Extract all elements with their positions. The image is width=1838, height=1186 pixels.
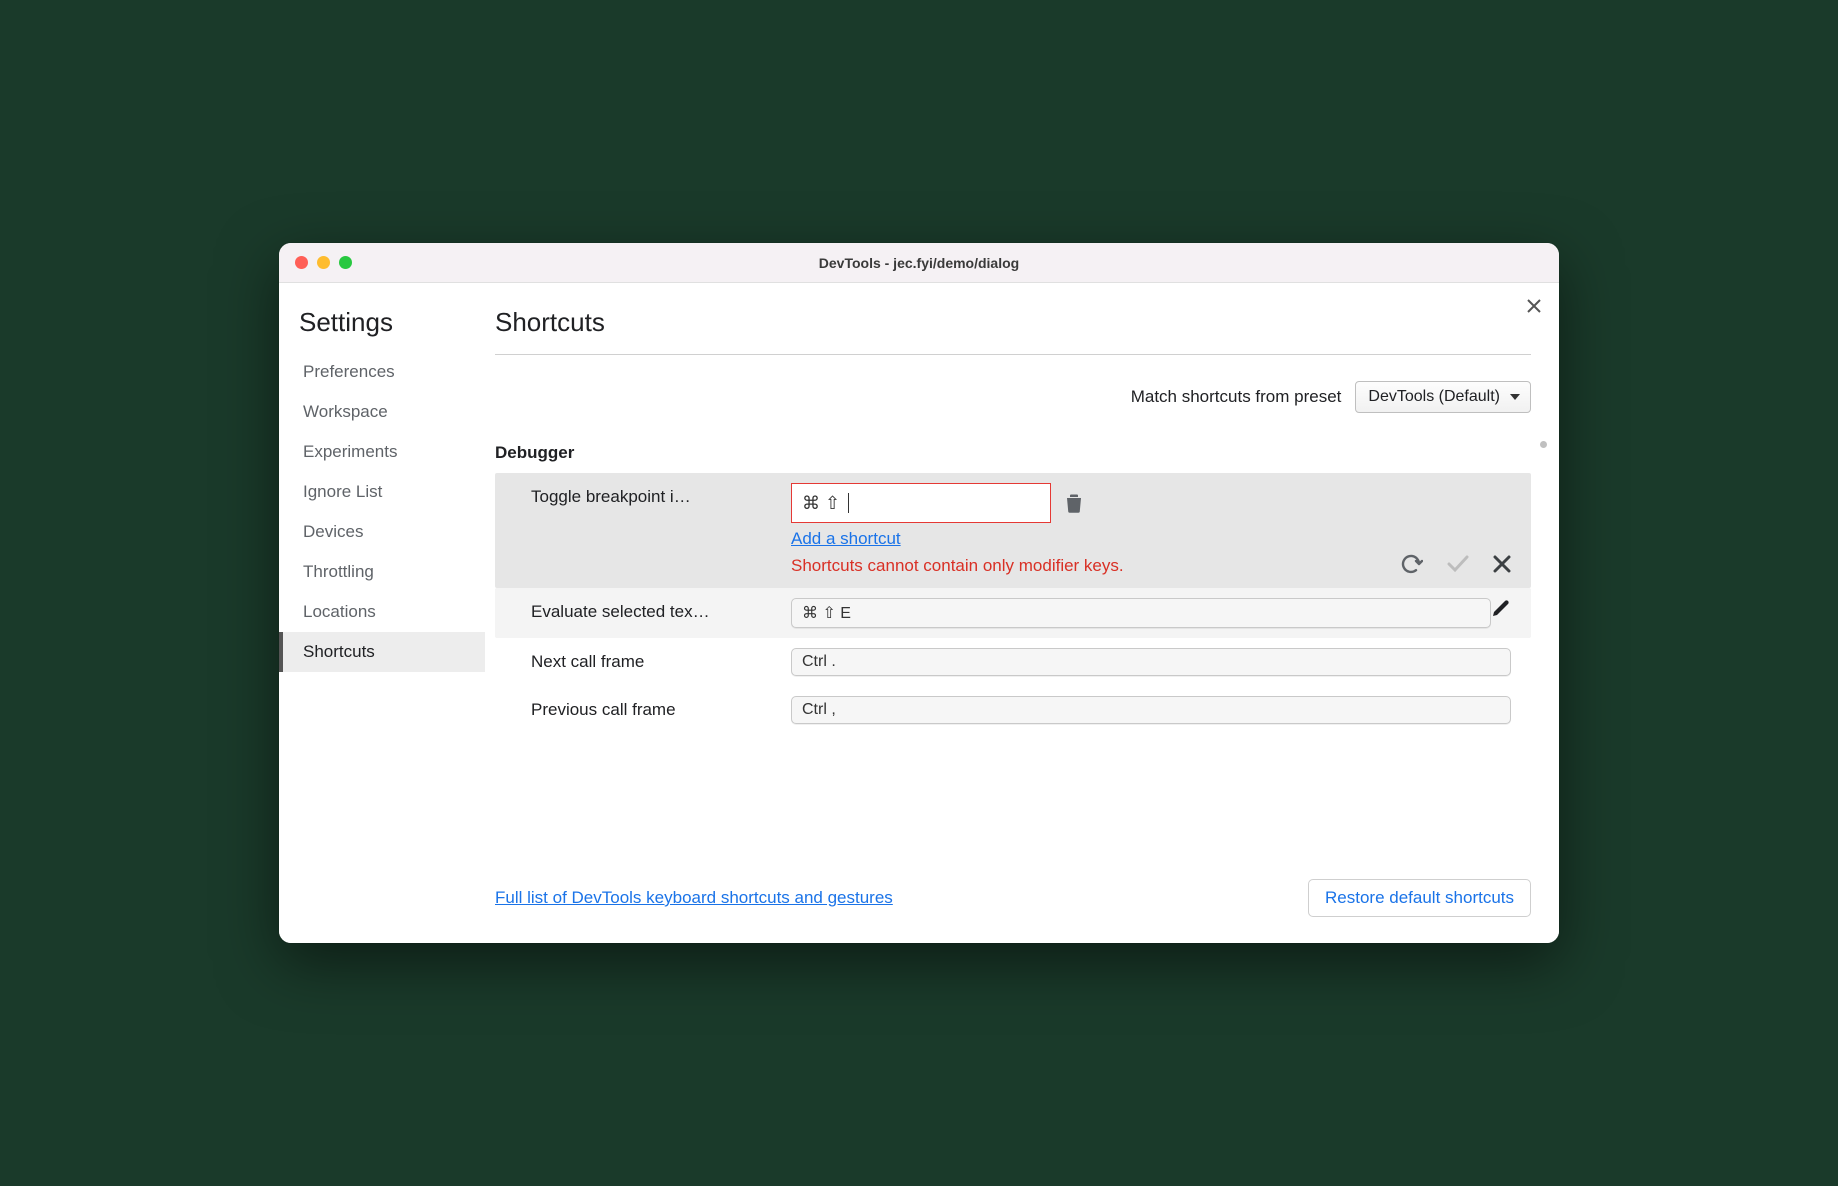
edit-shortcut-button[interactable] (1491, 598, 1511, 618)
shortcut-keys: Ctrl . (791, 648, 1511, 676)
sidebar-item-shortcuts[interactable]: Shortcuts (279, 632, 485, 672)
sidebar-item-preferences[interactable]: Preferences (279, 352, 485, 392)
sidebar-item-ignore-list[interactable]: Ignore List (279, 472, 485, 512)
shortcut-input-value: ⌘ ⇧ (802, 493, 840, 514)
text-cursor (848, 493, 849, 513)
scrollbar-thumb[interactable] (1540, 441, 1547, 448)
delete-shortcut-button[interactable] (1065, 493, 1083, 513)
shortcut-error-text: Shortcuts cannot contain only modifier k… (791, 555, 1151, 578)
shortcut-row-previous-call-frame: Previous call frame Ctrl , (495, 686, 1531, 734)
add-shortcut-link[interactable]: Add a shortcut (791, 529, 901, 549)
chevron-down-icon (1510, 394, 1520, 400)
edit-row-actions (1399, 554, 1511, 578)
shortcut-value: Ctrl . (791, 648, 1511, 676)
shortcut-row-next-call-frame: Next call frame Ctrl . (495, 638, 1531, 686)
settings-main: Shortcuts Match shortcuts from preset De… (485, 283, 1559, 943)
confirm-shortcut-button[interactable] (1447, 555, 1469, 573)
minimize-window-button[interactable] (317, 256, 330, 269)
sidebar-title: Settings (279, 307, 485, 352)
sidebar-item-experiments[interactable]: Experiments (279, 432, 485, 472)
settings-content: Settings Preferences Workspace Experimen… (279, 283, 1559, 943)
shortcut-value: Ctrl , (791, 696, 1511, 724)
page-title: Shortcuts (495, 307, 1531, 355)
sidebar-item-locations[interactable]: Locations (279, 592, 485, 632)
window-titlebar: DevTools - jec.fyi/demo/dialog (279, 243, 1559, 283)
shortcut-keys: Ctrl , (791, 696, 1511, 724)
pencil-icon (1491, 598, 1511, 618)
sidebar-item-throttling[interactable]: Throttling (279, 552, 485, 592)
shortcut-label: Evaluate selected tex… (531, 598, 791, 622)
check-icon (1447, 555, 1469, 573)
shortcut-label: Next call frame (531, 648, 791, 672)
preset-select-value: DevTools (Default) (1368, 388, 1500, 406)
shortcut-label: Previous call frame (531, 696, 791, 720)
close-window-button[interactable] (295, 256, 308, 269)
restore-defaults-button[interactable]: Restore default shortcuts (1308, 879, 1531, 917)
shortcuts-scroll-area: Debugger Toggle breakpoint i… ⌘ ⇧ (495, 439, 1531, 857)
shortcut-keys: ⌘ ⇧ E (791, 598, 1491, 628)
sidebar-item-devices[interactable]: Devices (279, 512, 485, 552)
traffic-lights (279, 256, 352, 269)
devtools-settings-window: DevTools - jec.fyi/demo/dialog Settings … (279, 243, 1559, 943)
settings-sidebar: Settings Preferences Workspace Experimen… (279, 283, 485, 943)
shortcut-edit-column: ⌘ ⇧ Add a shortcut Shortcuts cannot cont… (791, 483, 1399, 578)
section-header-debugger: Debugger (495, 439, 1531, 473)
preset-label: Match shortcuts from preset (1131, 387, 1342, 407)
preset-row: Match shortcuts from preset DevTools (De… (495, 355, 1531, 439)
close-icon (1493, 555, 1511, 573)
full-list-link[interactable]: Full list of DevTools keyboard shortcuts… (495, 888, 893, 908)
shortcuts-footer: Full list of DevTools keyboard shortcuts… (495, 857, 1531, 923)
close-settings-button[interactable] (1527, 297, 1541, 318)
close-icon (1527, 299, 1541, 313)
shortcut-value: ⌘ ⇧ E (791, 598, 1491, 628)
cancel-shortcut-button[interactable] (1493, 555, 1511, 573)
reset-shortcut-button[interactable] (1399, 554, 1423, 574)
shortcut-row-evaluate-selected: Evaluate selected tex… ⌘ ⇧ E (495, 588, 1531, 638)
shortcut-input[interactable]: ⌘ ⇧ (791, 483, 1051, 523)
preset-select[interactable]: DevTools (Default) (1355, 381, 1531, 413)
trash-icon (1065, 493, 1083, 513)
zoom-window-button[interactable] (339, 256, 352, 269)
shortcut-input-line: ⌘ ⇧ (791, 483, 1399, 523)
undo-icon (1399, 554, 1423, 574)
shortcut-label: Toggle breakpoint i… (531, 483, 791, 507)
shortcut-row-toggle-breakpoint: Toggle breakpoint i… ⌘ ⇧ Add a shortcut (495, 473, 1531, 588)
sidebar-item-workspace[interactable]: Workspace (279, 392, 485, 432)
window-title: DevTools - jec.fyi/demo/dialog (279, 255, 1559, 271)
row-actions (1491, 598, 1511, 618)
